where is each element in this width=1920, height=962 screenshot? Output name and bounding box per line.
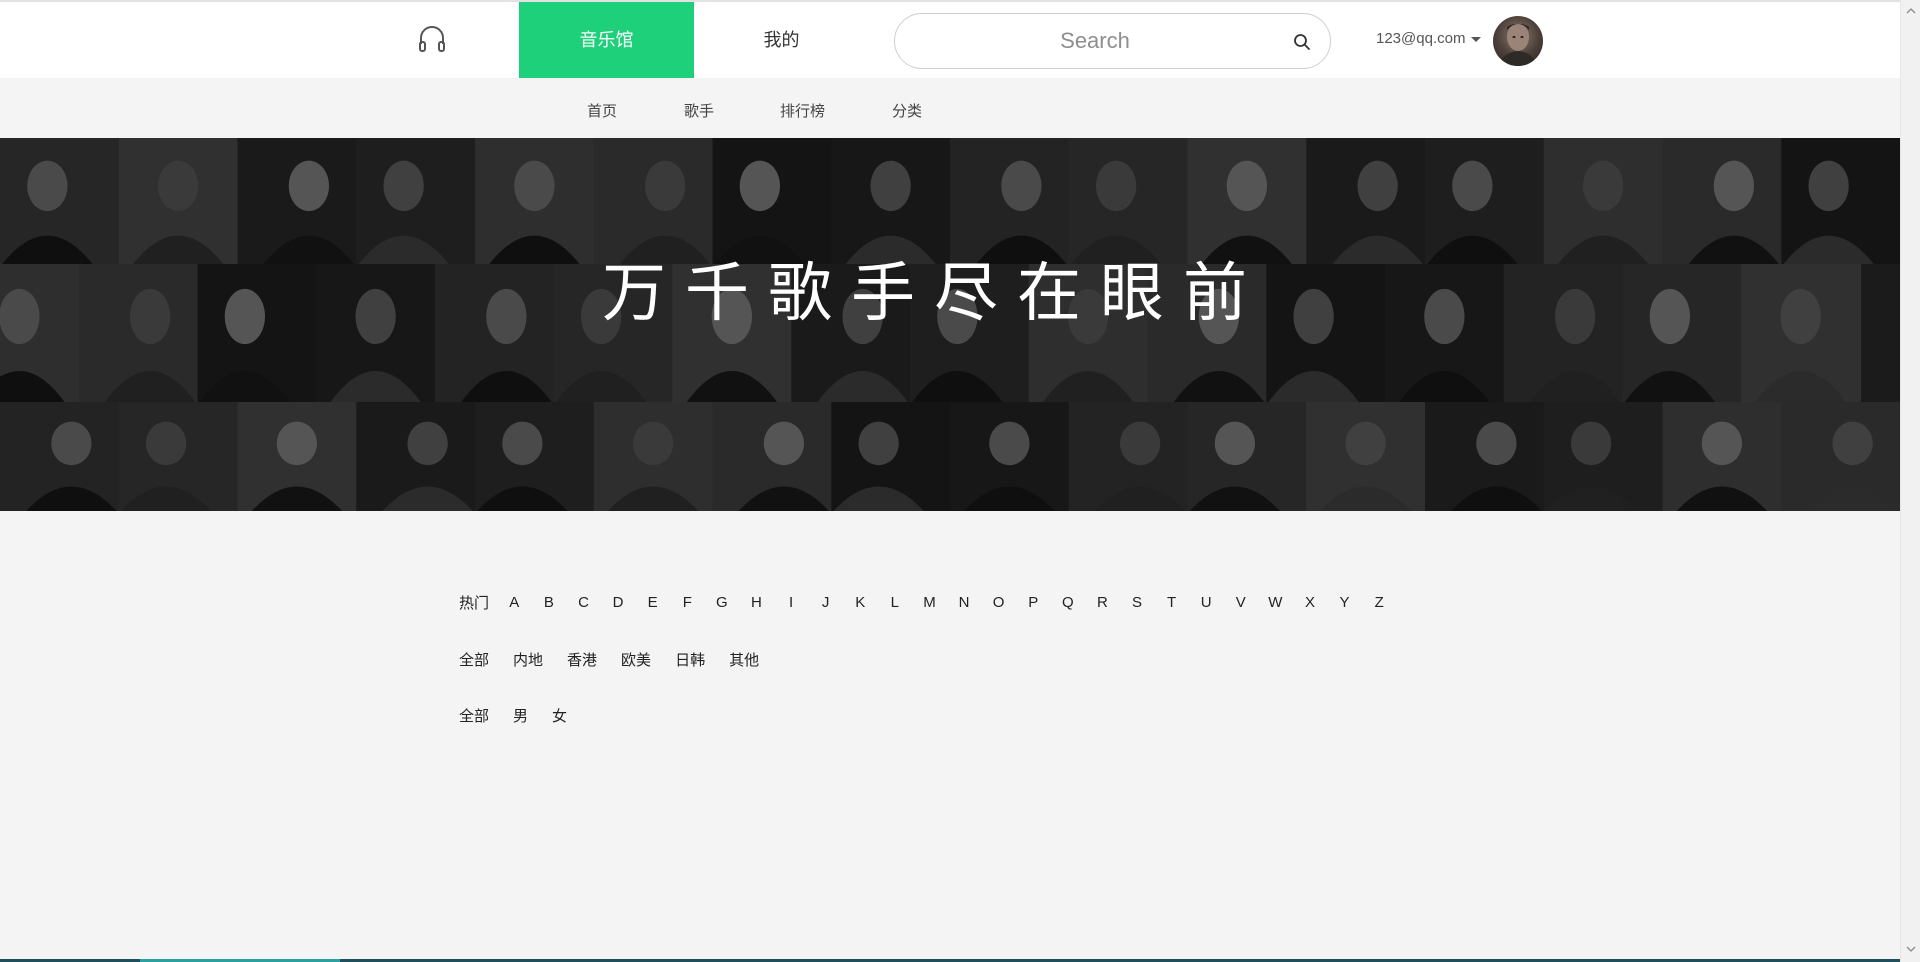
filter-region-item[interactable]: 全部 xyxy=(459,649,489,670)
filter-index-item[interactable]: N xyxy=(947,594,982,611)
filter-index-item[interactable]: C xyxy=(566,594,601,611)
avatar[interactable] xyxy=(1493,16,1543,66)
filter-index-item[interactable]: K xyxy=(843,594,878,611)
filter-index-item[interactable]: P xyxy=(1016,594,1051,611)
filter-index-item[interactable]: R xyxy=(1085,594,1120,611)
filter-index-item[interactable]: F xyxy=(670,594,705,611)
filter-region-item[interactable]: 日韩 xyxy=(675,649,705,670)
scroll-up-arrow-icon[interactable] xyxy=(1906,6,1916,16)
filter-region-item[interactable]: 欧美 xyxy=(621,649,651,670)
sub-nav: 首页 歌手 排行榜 分类 xyxy=(0,78,1900,138)
filter-index-item[interactable]: E xyxy=(635,594,670,611)
filter-index-item[interactable]: A xyxy=(497,594,532,611)
subnav-item-charts[interactable]: 排行榜 xyxy=(780,100,825,121)
search-icon[interactable] xyxy=(1292,32,1312,52)
filter-row-gender: 全部 男 女 xyxy=(459,705,567,726)
caret-down-icon xyxy=(1471,36,1482,42)
filter-index-item[interactable]: Q xyxy=(1051,594,1086,611)
filter-index-item[interactable]: B xyxy=(532,594,567,611)
user-menu[interactable]: 123@qq.com xyxy=(1376,30,1482,47)
banner: 万千歌手尽在眼前 xyxy=(0,138,1900,511)
subnav-item-singers[interactable]: 歌手 xyxy=(684,100,714,121)
page: 音乐馆 我的 123@qq.com 首页 歌手 排行榜 分类 xyxy=(0,0,1900,962)
filter-region-item[interactable]: 香港 xyxy=(567,649,597,670)
filter-row-region: 全部 内地 香港 欧美 日韩 其他 xyxy=(459,649,759,670)
filter-region-item[interactable]: 内地 xyxy=(513,649,543,670)
filter-index-item[interactable]: D xyxy=(601,594,636,611)
filter-gender-item[interactable]: 男 xyxy=(513,705,528,726)
scroll-down-arrow-icon[interactable] xyxy=(1906,944,1916,954)
headphones-icon[interactable] xyxy=(418,24,446,54)
top-header: 音乐馆 我的 123@qq.com xyxy=(0,2,1900,78)
filter-index-item[interactable]: S xyxy=(1120,594,1155,611)
filter-gender-item[interactable]: 女 xyxy=(552,705,567,726)
filter-gender-item[interactable]: 全部 xyxy=(459,705,489,726)
filter-row-index: 热门 A B C D E F G H I J K L M N O P Q R S T U V W X Y Z xyxy=(459,592,1396,613)
filter-index-item[interactable]: Y xyxy=(1327,594,1362,611)
vertical-scrollbar[interactable] xyxy=(1900,0,1920,962)
filter-index-item[interactable]: O xyxy=(981,594,1016,611)
filter-index-item[interactable]: H xyxy=(739,594,774,611)
filter-index-item[interactable]: I xyxy=(774,594,809,611)
filter-index-item[interactable]: G xyxy=(705,594,740,611)
filter-index-item[interactable]: 热门 xyxy=(459,592,489,613)
filter-index-item[interactable]: X xyxy=(1293,594,1328,611)
tab-music-hall[interactable]: 音乐馆 xyxy=(519,2,694,78)
filter-index-item[interactable]: W xyxy=(1258,594,1293,611)
subnav-item-categories[interactable]: 分类 xyxy=(892,100,922,121)
filter-index-item[interactable]: L xyxy=(878,594,913,611)
filter-index-item[interactable]: M xyxy=(912,594,947,611)
banner-title: 万千歌手尽在眼前 xyxy=(602,257,1266,331)
subnav-item-home[interactable]: 首页 xyxy=(587,100,617,121)
user-email: 123@qq.com xyxy=(1376,30,1466,47)
search-input[interactable] xyxy=(925,14,1265,68)
filter-index-item[interactable]: Z xyxy=(1362,594,1397,611)
filter-index-item[interactable]: J xyxy=(808,594,843,611)
search-box xyxy=(894,13,1331,69)
filter-index-item[interactable]: T xyxy=(1154,594,1189,611)
filter-index-item[interactable]: V xyxy=(1223,594,1258,611)
tab-mine[interactable]: 我的 xyxy=(694,2,869,78)
filter-region-item[interactable]: 其他 xyxy=(729,649,759,670)
filter-index-item[interactable]: U xyxy=(1189,594,1224,611)
